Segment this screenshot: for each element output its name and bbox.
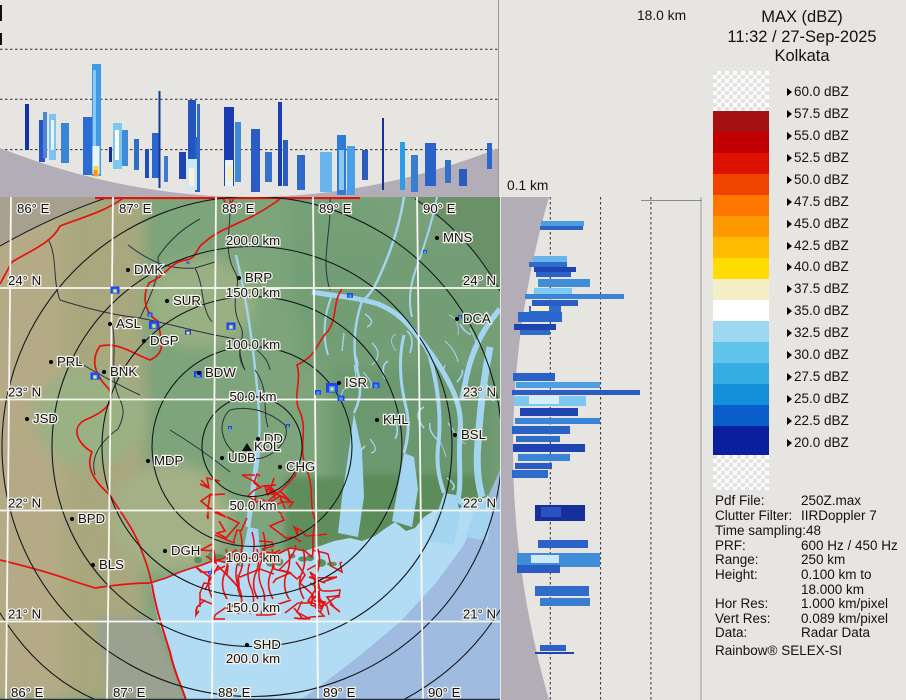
svg-text:BLS: BLS bbox=[99, 557, 124, 572]
svg-text:BSL: BSL bbox=[461, 427, 486, 442]
svg-text:87° E: 87° E bbox=[113, 685, 146, 700]
svg-text:PRL: PRL bbox=[57, 354, 83, 369]
svg-text:ASL: ASL bbox=[116, 316, 141, 331]
svg-text:86° E: 86° E bbox=[11, 685, 44, 700]
svg-text:DGP: DGP bbox=[150, 333, 179, 348]
svg-text:150.0 km: 150.0 km bbox=[226, 600, 280, 615]
svg-text:23° N: 23° N bbox=[8, 385, 41, 400]
svg-text:KHL: KHL bbox=[383, 412, 409, 427]
svg-text:100.0 km: 100.0 km bbox=[226, 550, 280, 565]
svg-text:SHD: SHD bbox=[253, 637, 281, 652]
svg-text:BRP: BRP bbox=[245, 270, 272, 285]
svg-text:90° E: 90° E bbox=[428, 685, 461, 700]
svg-text:24° N: 24° N bbox=[8, 273, 41, 288]
svg-text:JSD: JSD bbox=[33, 411, 58, 426]
svg-text:100.0 km: 100.0 km bbox=[226, 337, 280, 352]
svg-text:23° N: 23° N bbox=[463, 385, 496, 400]
svg-text:UDB: UDB bbox=[228, 450, 256, 465]
svg-text:DGH: DGH bbox=[171, 543, 200, 558]
svg-text:50.0 km: 50.0 km bbox=[230, 498, 277, 513]
svg-text:21° N: 21° N bbox=[463, 607, 496, 622]
svg-text:MDP: MDP bbox=[154, 453, 184, 468]
svg-text:MNS: MNS bbox=[443, 230, 473, 245]
svg-text:ISR: ISR bbox=[345, 375, 367, 390]
svg-text:200.0 km: 200.0 km bbox=[226, 651, 280, 666]
svg-text:89° E: 89° E bbox=[323, 685, 356, 700]
svg-text:200.0 km: 200.0 km bbox=[226, 233, 280, 248]
svg-text:DMK: DMK bbox=[134, 262, 164, 277]
svg-text:DCA: DCA bbox=[463, 311, 491, 326]
svg-text:150.0 km: 150.0 km bbox=[226, 285, 280, 300]
svg-text:87° E: 87° E bbox=[119, 201, 152, 216]
svg-text:KOL: KOL bbox=[254, 439, 280, 454]
svg-text:BDW: BDW bbox=[205, 365, 236, 380]
svg-text:50.0 km: 50.0 km bbox=[230, 389, 277, 404]
svg-text:22° N: 22° N bbox=[8, 496, 41, 511]
svg-text:90° E: 90° E bbox=[423, 201, 456, 216]
svg-text:21° N: 21° N bbox=[8, 607, 41, 622]
svg-text:BPD: BPD bbox=[78, 511, 105, 526]
svg-text:SUR: SUR bbox=[173, 293, 201, 308]
svg-text:88° E: 88° E bbox=[222, 201, 255, 216]
svg-text:BNK: BNK bbox=[110, 364, 137, 379]
svg-text:CHG: CHG bbox=[286, 459, 315, 474]
svg-text:24° N: 24° N bbox=[463, 273, 496, 288]
svg-text:89° E: 89° E bbox=[319, 201, 352, 216]
svg-text:22° N: 22° N bbox=[463, 496, 496, 511]
svg-text:88° E: 88° E bbox=[218, 685, 251, 700]
svg-text:86° E: 86° E bbox=[17, 201, 50, 216]
